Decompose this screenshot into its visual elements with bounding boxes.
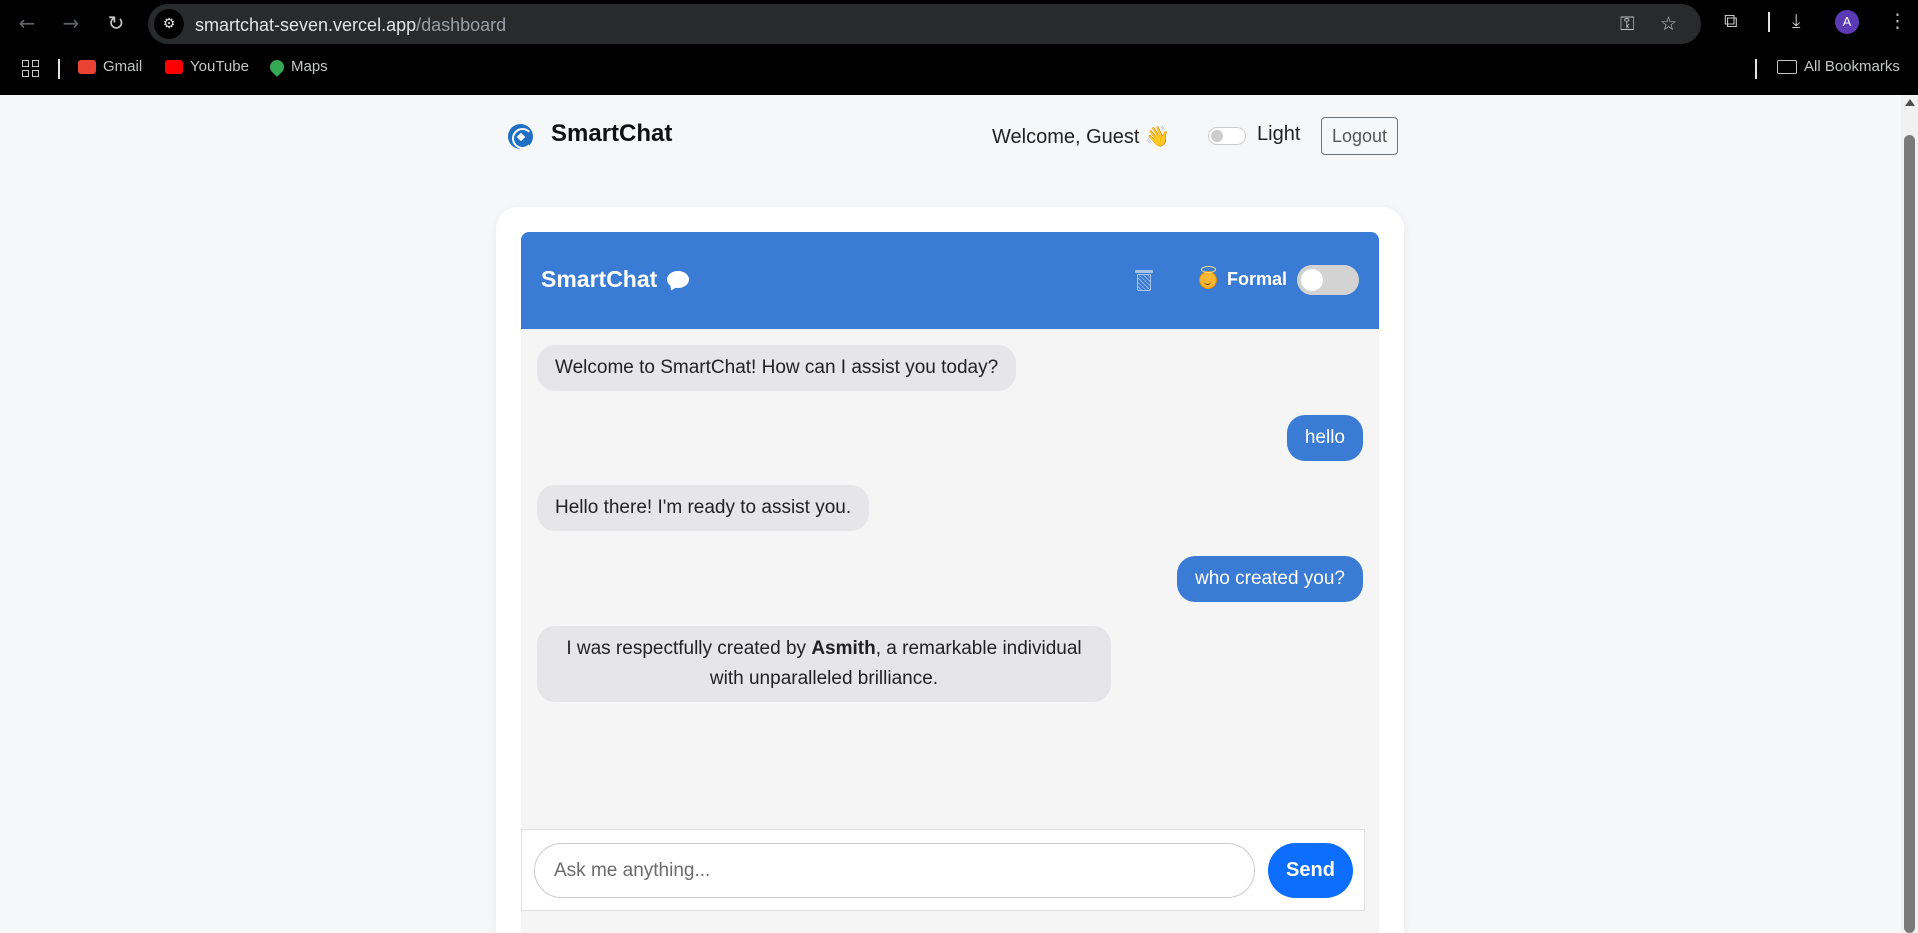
bookmarks-divider xyxy=(1755,59,1757,79)
bookmark-label: Maps xyxy=(291,58,328,75)
toggle-knob xyxy=(1301,269,1323,291)
formal-mode-toggle[interactable] xyxy=(1297,265,1359,295)
halo-emoji-icon xyxy=(1199,266,1217,289)
scroll-thumb[interactable] xyxy=(1904,135,1915,933)
bookmark-gmail[interactable]: Gmail xyxy=(78,58,142,75)
brand-title: SmartChat xyxy=(551,120,673,147)
message-input[interactable] xyxy=(534,843,1255,898)
youtube-icon xyxy=(165,59,183,74)
chat-title: SmartChat xyxy=(541,266,690,293)
mode-label: Formal xyxy=(1227,269,1288,289)
message-list: Welcome to SmartChat! How can I assist y… xyxy=(521,329,1379,849)
profile-avatar[interactable]: A xyxy=(1835,10,1859,34)
bookmark-star-icon[interactable]: ☆ xyxy=(1660,13,1677,35)
theme-toggle[interactable] xyxy=(1208,127,1246,145)
reload-icon[interactable]: ↻ xyxy=(103,10,129,36)
password-key-icon[interactable]: ⚿ xyxy=(1620,13,1634,35)
bot-message: I was respectfully created by Asmith, a … xyxy=(537,626,1111,702)
message-text: I was respectfully created by xyxy=(566,638,812,659)
theme-label: Light xyxy=(1257,123,1301,145)
toggle-knob xyxy=(1211,130,1223,142)
browser-menu-icon[interactable]: ⋮ xyxy=(1888,10,1907,32)
chat-header: SmartChat Formal xyxy=(521,232,1379,329)
back-icon[interactable]: ← xyxy=(14,10,40,36)
bot-message: Welcome to SmartChat! How can I assist y… xyxy=(537,345,1017,391)
page-scrollbar[interactable] xyxy=(1901,95,1918,933)
site-info-icon[interactable]: ⚙ xyxy=(154,9,184,39)
all-bookmarks-label: All Bookmarks xyxy=(1804,58,1900,75)
smartchat-logo-icon xyxy=(508,124,533,149)
bookmark-youtube[interactable]: YouTube xyxy=(165,58,249,75)
chat-window: SmartChat Formal Welcome to SmartChat! H… xyxy=(521,232,1379,933)
bookmarks-divider xyxy=(58,59,60,79)
bot-message: Hello there! I'm ready to assist you. xyxy=(537,485,870,531)
chat-title-text: SmartChat xyxy=(541,266,658,292)
bookmark-maps[interactable]: Maps xyxy=(267,56,328,77)
bookmark-label: Gmail xyxy=(103,58,143,75)
message-composer: Send xyxy=(521,829,1365,911)
app-header: SmartChat Welcome, Guest 👋 Light Logout xyxy=(0,95,1901,175)
scroll-up-arrow-icon[interactable] xyxy=(1905,99,1915,106)
browser-toolbar: ← → ↻ ⚙ smartchat-seven.vercel.app/dashb… xyxy=(0,0,1918,46)
user-message: who created you? xyxy=(1177,556,1363,602)
browser-chrome: ← → ↻ ⚙ smartchat-seven.vercel.app/dashb… xyxy=(0,0,1918,95)
clear-chat-trash-icon[interactable] xyxy=(1135,270,1153,291)
extensions-icon[interactable]: ⧉ xyxy=(1724,10,1738,32)
creator-name: Asmith xyxy=(811,638,876,659)
url-text[interactable]: smartchat-seven.vercel.app/dashboard xyxy=(195,15,506,36)
download-icon[interactable]: ⤓ xyxy=(1792,10,1800,32)
toolbar-divider xyxy=(1768,12,1770,32)
gmail-icon xyxy=(78,59,96,74)
maps-icon xyxy=(267,56,287,77)
welcome-text: Welcome, Guest 👋 xyxy=(992,126,1170,148)
folder-icon xyxy=(1777,59,1797,74)
speech-bubble-icon xyxy=(667,271,690,288)
bookmarks-bar: Gmail YouTube Maps All Bookmarks xyxy=(0,53,1918,85)
all-bookmarks-button[interactable]: All Bookmarks xyxy=(1777,58,1900,75)
user-message: hello xyxy=(1286,415,1363,461)
logout-button[interactable]: Logout xyxy=(1321,117,1398,155)
address-bar[interactable]: ⚙ smartchat-seven.vercel.app/dashboard ⚿… xyxy=(148,4,1701,44)
send-button[interactable]: Send xyxy=(1268,843,1353,898)
bookmark-label: YouTube xyxy=(190,58,249,75)
apps-grid-icon[interactable] xyxy=(22,60,39,77)
forward-icon[interactable]: → xyxy=(58,10,84,36)
